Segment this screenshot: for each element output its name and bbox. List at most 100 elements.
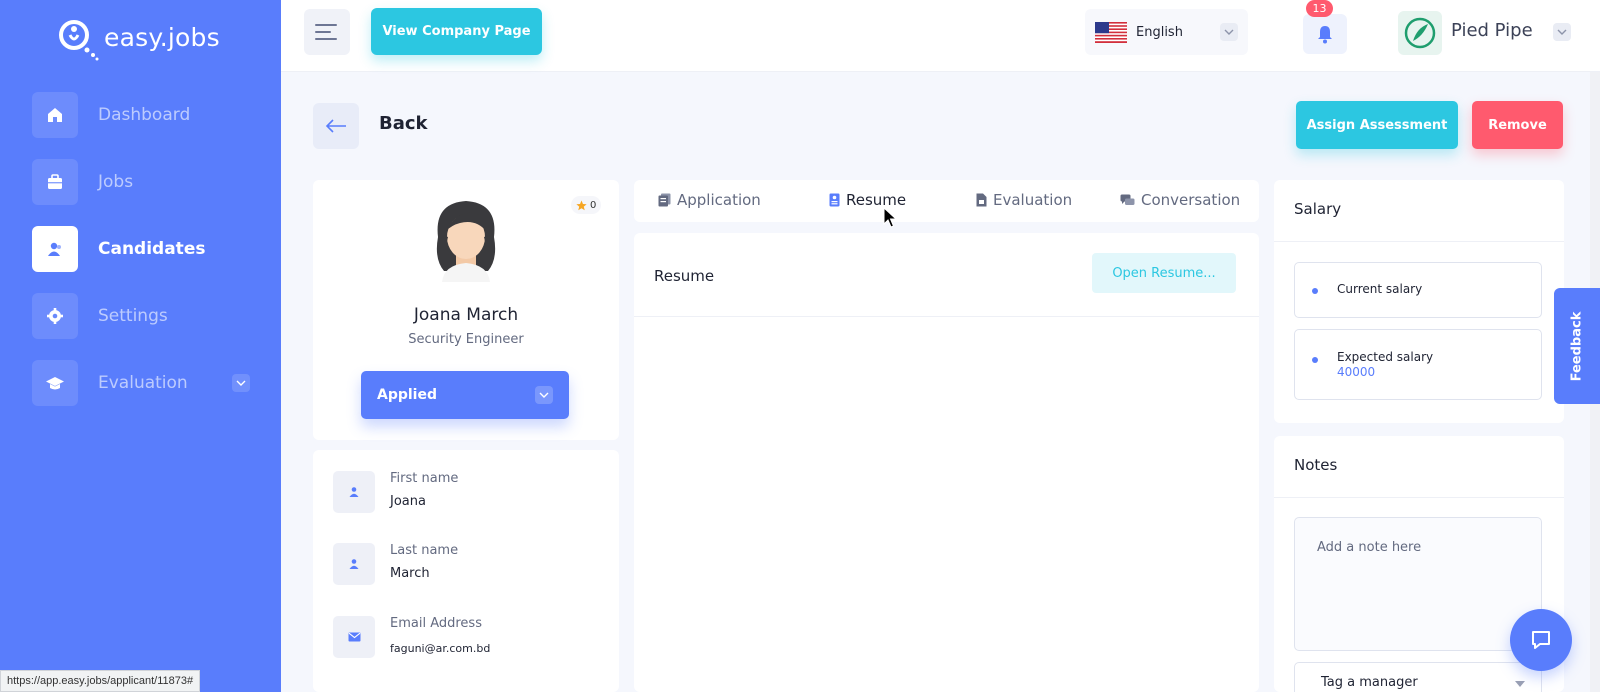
briefcase-icon [32, 159, 78, 205]
chevron-down-icon[interactable] [232, 374, 250, 392]
bell-icon [1318, 26, 1332, 44]
app-name: easy.jobs [104, 22, 220, 52]
chevron-down-icon [1220, 23, 1238, 41]
divider [634, 316, 1259, 317]
expected-salary-label: Expected salary [1337, 350, 1434, 364]
resume-panel: Resume Open Resume... [634, 233, 1259, 692]
salary-title: Salary [1294, 200, 1342, 218]
avatar [426, 197, 506, 282]
current-salary-box: Current salary [1294, 262, 1542, 318]
back-label[interactable]: Back [379, 113, 428, 134]
rating-value: 0 [590, 199, 597, 211]
topbar: View Company Page English 13 Pied Pipe [281, 0, 1600, 72]
tab-label: Application [677, 191, 761, 209]
rating-badge[interactable]: 0 [571, 196, 602, 214]
language-label: English [1136, 24, 1183, 40]
company-logo[interactable] [1398, 11, 1442, 55]
sidebar: easy.jobs Dashboard Jobs Candidates Sett… [0, 0, 281, 692]
gear-icon [32, 293, 78, 339]
field-label: Email Address [390, 616, 482, 631]
candidate-profile-card: 0 Joana March Security Engineer Applied [313, 180, 619, 440]
pipeline-status-select[interactable]: Applied [361, 371, 569, 419]
candidate-title: Security Engineer [408, 332, 524, 347]
tab-label: Evaluation [993, 191, 1073, 209]
tab-conversation[interactable]: Conversation [1120, 191, 1240, 209]
tab-label: Conversation [1141, 191, 1241, 209]
company-name: Pied Pipe [1451, 20, 1533, 41]
field-label: First name [390, 471, 459, 486]
candidate-name: Joana March [413, 305, 519, 325]
tab-evaluation[interactable]: Evaluation [976, 191, 1072, 209]
arrow-left-icon [325, 119, 346, 133]
sidebar-item-evaluation[interactable]: Evaluation [32, 360, 272, 406]
browser-status-url: https://app.easy.jobs/applicant/11873# [0, 670, 201, 692]
back-button[interactable] [313, 103, 359, 149]
sidebar-item-label: Candidates [98, 239, 206, 259]
hamburger-icon-line [315, 31, 331, 33]
note-textarea[interactable]: Add a note here [1294, 517, 1542, 651]
star-icon [576, 199, 587, 210]
user-icon [333, 471, 375, 513]
current-salary-label: Current salary [1337, 282, 1423, 296]
user-icon [333, 543, 375, 585]
info-row-first-name: First name Joana [333, 471, 603, 513]
app-logo[interactable]: easy.jobs [56, 17, 220, 61]
sidebar-item-jobs[interactable]: Jobs [32, 159, 272, 205]
mouse-cursor-icon [883, 207, 897, 228]
caret-down-icon [1515, 681, 1525, 687]
language-selector[interactable]: English [1085, 9, 1248, 55]
hamburger-icon [315, 24, 337, 26]
envelope-icon [333, 616, 375, 658]
sidebar-item-settings[interactable]: Settings [32, 293, 272, 339]
assign-assessment-button[interactable]: Assign Assessment [1296, 101, 1458, 149]
feedback-label: Feedback [1569, 311, 1585, 381]
open-resume-button[interactable]: Open Resume... [1092, 253, 1236, 293]
bullet-dot [1312, 357, 1318, 363]
tag-manager-select[interactable]: Tag a manager [1294, 662, 1542, 692]
menu-toggle-button[interactable] [304, 9, 350, 55]
divider [1274, 241, 1564, 242]
expected-salary-box: Expected salary 40000 [1294, 329, 1542, 400]
salary-card: Salary Current salary Expected salary 40… [1274, 180, 1564, 423]
applicant-tabs: Application Resume Evaluation Conversati… [634, 180, 1259, 222]
tag-manager-label: Tag a manager [1321, 675, 1418, 690]
tab-label: Resume [846, 191, 907, 209]
field-value: Joana [390, 494, 426, 509]
feedback-tab[interactable]: Feedback [1554, 288, 1600, 404]
divider [1274, 497, 1564, 498]
status-label: Applied [377, 387, 437, 403]
support-chat-button[interactable] [1510, 609, 1572, 671]
notifications-count-badge: 13 [1306, 0, 1333, 17]
pied-piper-logo-icon [1404, 17, 1436, 49]
notifications-button[interactable] [1303, 14, 1347, 54]
sidebar-item-label: Jobs [98, 172, 134, 192]
resume-title: Resume [654, 267, 715, 285]
document-stack-icon [658, 193, 671, 207]
users-icon [32, 226, 78, 272]
bullet-dot [1312, 288, 1318, 294]
chat-icon [1532, 631, 1550, 649]
resume-icon [829, 193, 840, 207]
field-value: March [390, 566, 430, 581]
sidebar-item-label: Dashboard [98, 105, 191, 125]
sidebar-item-label: Evaluation [98, 373, 188, 393]
company-menu-chevron-icon[interactable] [1553, 23, 1571, 41]
tab-application[interactable]: Application [658, 191, 761, 209]
info-row-email: Email Address faguni@ar.com.bd [333, 616, 603, 658]
field-label: Last name [390, 543, 459, 558]
evaluation-icon [976, 193, 987, 207]
info-row-last-name: Last name March [333, 543, 603, 585]
sidebar-item-dashboard[interactable]: Dashboard [32, 92, 272, 138]
expected-salary-value: 40000 [1337, 365, 1376, 379]
home-icon [32, 92, 78, 138]
sidebar-item-candidates[interactable]: Candidates [32, 226, 272, 272]
notes-title: Notes [1294, 456, 1338, 474]
field-value: faguni@ar.com.bd [390, 642, 491, 655]
easyjobs-logo-icon [56, 17, 99, 61]
candidate-info-card: First name Joana Last name March Email A… [313, 450, 619, 692]
graduation-cap-icon [32, 360, 78, 406]
hamburger-icon-line [315, 38, 337, 40]
view-company-page-button[interactable]: View Company Page [371, 8, 542, 55]
us-flag-icon [1095, 21, 1127, 43]
remove-candidate-button[interactable]: Remove [1472, 101, 1563, 149]
